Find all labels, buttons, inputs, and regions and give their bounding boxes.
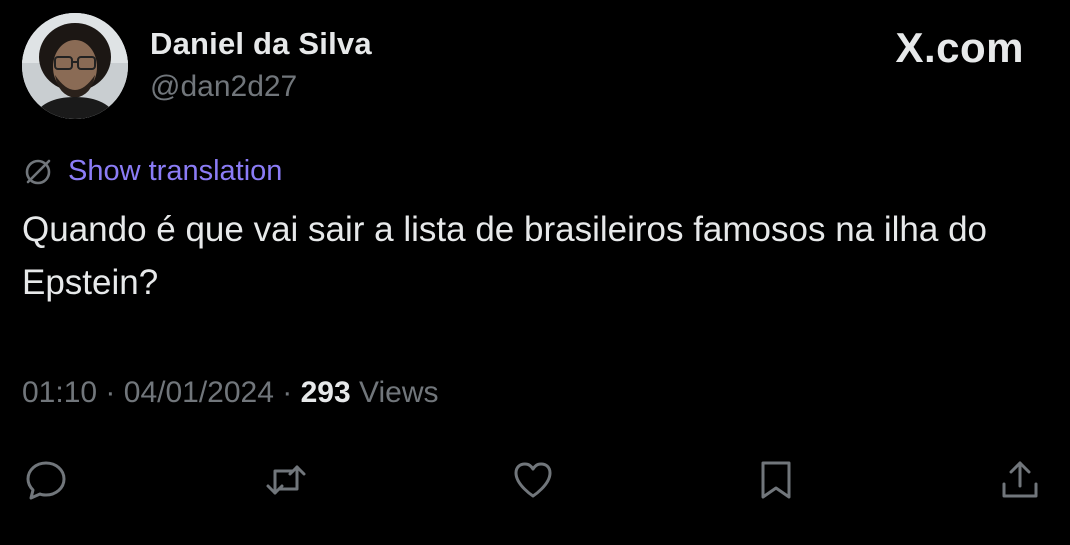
- reply-bubble-icon: [26, 461, 66, 500]
- show-translation-link[interactable]: Show translation: [68, 155, 282, 188]
- like-button[interactable]: [503, 450, 563, 510]
- views-label[interactable]: Views: [359, 376, 438, 409]
- repost-icon: [266, 465, 306, 495]
- bookmark-icon: [761, 461, 791, 499]
- heart-icon: [514, 462, 552, 498]
- bookmark-button[interactable]: [746, 450, 806, 510]
- action-bar: [0, 450, 1070, 510]
- share-button[interactable]: [990, 450, 1050, 510]
- meta-separator: ·: [105, 376, 116, 409]
- tweet-text: Quando é que vai sair a lista de brasile…: [22, 210, 987, 302]
- views-count[interactable]: 293: [301, 376, 351, 409]
- tweet-time[interactable]: 01:10: [22, 376, 97, 409]
- share-upload-icon: [1002, 461, 1038, 498]
- display-name[interactable]: Daniel da Silva: [150, 26, 372, 62]
- meta-separator: ·: [282, 376, 293, 409]
- translation-row[interactable]: Show translation: [22, 151, 282, 191]
- tweet-date[interactable]: 04/01/2024: [124, 376, 274, 409]
- user-handle[interactable]: @dan2d27: [150, 70, 297, 104]
- reply-button[interactable]: [16, 450, 76, 510]
- repost-button[interactable]: [256, 450, 316, 510]
- avatar[interactable]: [22, 13, 128, 119]
- brand-watermark: X.com: [895, 24, 1024, 71]
- globe-slash-icon: [25, 159, 51, 185]
- avatar-photo: [22, 13, 128, 119]
- tweet-meta: 01:10 · 04/01/2024 · 293 Views: [22, 376, 439, 410]
